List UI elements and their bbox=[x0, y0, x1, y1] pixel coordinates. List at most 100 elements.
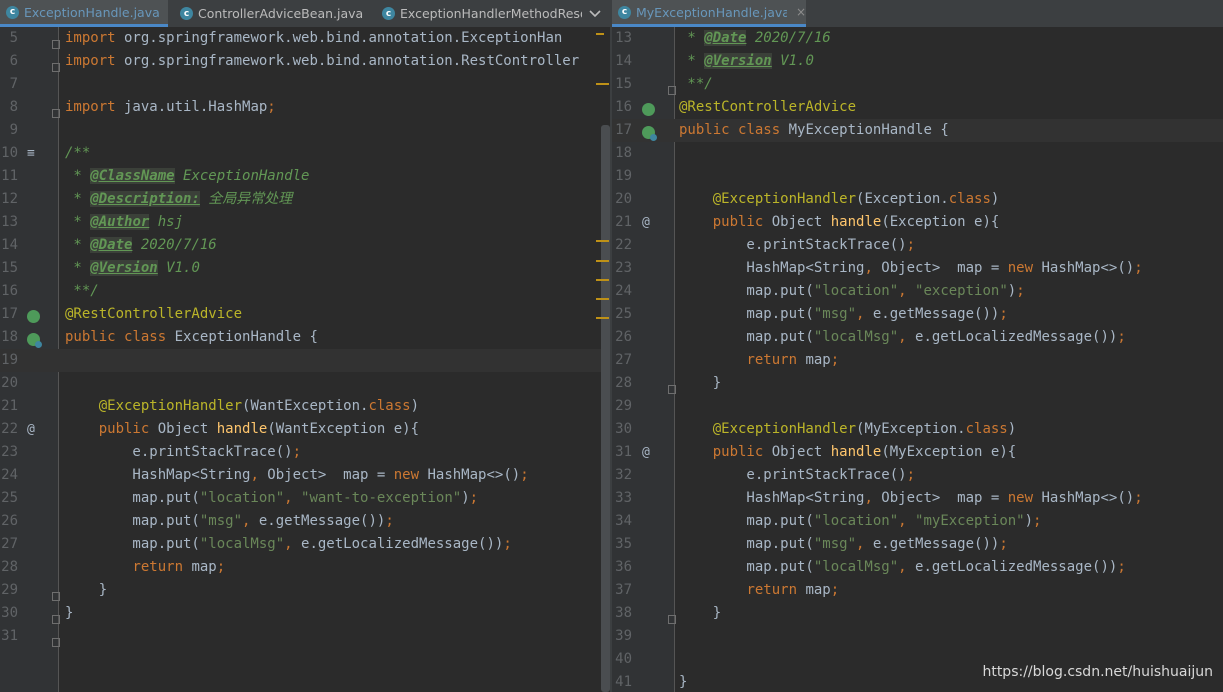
line-number: 8 bbox=[9, 99, 18, 115]
code-text: } bbox=[679, 674, 688, 690]
override-icon[interactable]: @ bbox=[642, 211, 650, 234]
line-number: 20 bbox=[615, 191, 632, 207]
code-line[interactable]: 20 @ExceptionHandler(Exception.class) bbox=[612, 188, 1223, 211]
code-line[interactable]: 26 map.put("localMsg", e.getLocalizedMes… bbox=[612, 326, 1223, 349]
tab-controlleradvicebean[interactable]: c ControllerAdviceBean.java bbox=[174, 0, 370, 27]
code-line[interactable]: 16 **/ bbox=[0, 280, 611, 303]
fold-icon[interactable] bbox=[52, 632, 60, 655]
code-line[interactable]: 26 map.put("msg", e.getMessage()); bbox=[0, 510, 611, 533]
code-line[interactable]: 21 @ExceptionHandler(WantException.class… bbox=[0, 395, 611, 418]
code-line[interactable]: 33 HashMap<String, Object> map = new Has… bbox=[612, 487, 1223, 510]
code-line[interactable]: 22 @ public Object handle(WantException e… bbox=[0, 418, 611, 441]
code-line[interactable]: 16 @RestControllerAdvice bbox=[612, 96, 1223, 119]
code-text: * @Date 2020/7/16 bbox=[679, 30, 831, 46]
code-line[interactable]: 20 bbox=[0, 372, 611, 395]
code-line[interactable]: 15 * @Version V1.0 bbox=[0, 257, 611, 280]
chevron-down-icon[interactable] bbox=[586, 4, 604, 22]
code-text: map.put("location", "myException"); bbox=[679, 513, 1042, 529]
line-number: 37 bbox=[615, 582, 632, 598]
line-number: 14 bbox=[1, 237, 18, 253]
code-line[interactable]: 34 map.put("location", "myException"); bbox=[612, 510, 1223, 533]
code-line[interactable]: 31 bbox=[0, 625, 611, 648]
code-line[interactable]: 18 bbox=[612, 142, 1223, 165]
code-line[interactable]: 12 * @Description: 全局异常处理 bbox=[0, 188, 611, 211]
warning-marker[interactable] bbox=[596, 260, 609, 262]
code-line[interactable]: 27 return map; bbox=[612, 349, 1223, 372]
code-line[interactable]: 23 HashMap<String, Object> map = new Has… bbox=[612, 257, 1223, 280]
code-line[interactable]: 21 @ public Object handle(Exception e){ bbox=[612, 211, 1223, 234]
code-line[interactable]: 32 e.printStackTrace(); bbox=[612, 464, 1223, 487]
line-number: 28 bbox=[615, 375, 632, 391]
line-number: 26 bbox=[615, 329, 632, 345]
code-line[interactable]: 19 bbox=[612, 165, 1223, 188]
warning-marker[interactable] bbox=[596, 298, 609, 300]
code-line[interactable]: 27 map.put("localMsg", e.getLocalizedMes… bbox=[0, 533, 611, 556]
code-line[interactable]: 13 * @Date 2020/7/16 bbox=[612, 27, 1223, 50]
code-line[interactable]: 13 * @Author hsj bbox=[0, 211, 611, 234]
tab-label: ExceptionHandle.java bbox=[24, 4, 160, 20]
code-line[interactable]: 25 map.put("location", "want-to-exceptio… bbox=[0, 487, 611, 510]
warning-marker[interactable] bbox=[596, 317, 609, 319]
tab-exceptionhandlermethodresolver[interactable]: c ExceptionHandlerMethodResolv bbox=[376, 0, 582, 27]
left-tab-bar: c ExceptionHandle.java c ControllerAdvic… bbox=[0, 0, 611, 28]
left-code-area[interactable]: 5 import org.springframework.web.bind.ann… bbox=[0, 27, 611, 692]
code-line[interactable]: 28 } bbox=[612, 372, 1223, 395]
override-icon[interactable]: @ bbox=[642, 441, 650, 464]
code-line[interactable]: 18 public class ExceptionHandle { bbox=[0, 326, 611, 349]
right-code-area[interactable]: 13 * @Date 2020/7/16 14 * @Version V1.0 15… bbox=[612, 27, 1223, 692]
code-line[interactable]: 24 map.put("location", "exception"); bbox=[612, 280, 1223, 303]
line-number: 6 bbox=[9, 53, 18, 69]
code-line[interactable]: 35 map.put("msg", e.getMessage()); bbox=[612, 533, 1223, 556]
code-line[interactable]: 39 bbox=[612, 625, 1223, 648]
code-line[interactable]: 11 * @ClassName ExceptionHandle bbox=[0, 165, 611, 188]
code-text: } bbox=[679, 605, 722, 621]
code-line[interactable]: 29 } bbox=[0, 579, 611, 602]
code-line[interactable]: 19 bbox=[0, 349, 611, 372]
code-line[interactable]: 25 map.put("msg", e.getMessage()); bbox=[612, 303, 1223, 326]
line-number: 22 bbox=[615, 237, 632, 253]
left-scrollbar-thumb[interactable] bbox=[601, 125, 610, 692]
code-line[interactable]: 23 e.printStackTrace(); bbox=[0, 441, 611, 464]
code-line[interactable]: 29 bbox=[612, 395, 1223, 418]
code-text: } bbox=[679, 375, 722, 391]
code-text: return map; bbox=[746, 582, 840, 598]
code-line[interactable]: 30 @ExceptionHandler(MyException.class) bbox=[612, 418, 1223, 441]
code-line[interactable]: 38 } bbox=[612, 602, 1223, 625]
code-line[interactable]: 28 return map; bbox=[0, 556, 611, 579]
code-line[interactable]: 15 **/ bbox=[612, 73, 1223, 96]
code-line[interactable]: 14 * @Date 2020/7/16 bbox=[0, 234, 611, 257]
line-number: 26 bbox=[1, 513, 18, 529]
code-text: @ExceptionHandler(WantException.class) bbox=[98, 398, 420, 414]
code-line[interactable]: 36 map.put("localMsg", e.getLocalizedMes… bbox=[612, 556, 1223, 579]
warning-marker[interactable] bbox=[596, 83, 609, 85]
structure-icon[interactable]: ≡ bbox=[27, 142, 35, 165]
code-line[interactable]: 17 @RestControllerAdvice bbox=[0, 303, 611, 326]
code-line[interactable]: 6 import org.springframework.web.bind.ann… bbox=[0, 50, 611, 73]
line-number: 13 bbox=[1, 214, 18, 230]
code-line[interactable]: 30} bbox=[0, 602, 611, 625]
code-text: map.put("msg", e.getMessage()); bbox=[65, 513, 394, 529]
code-line[interactable]: 5 import org.springframework.web.bind.ann… bbox=[0, 27, 611, 50]
code-line[interactable]: 14 * @Version V1.0 bbox=[612, 50, 1223, 73]
code-text: e.printStackTrace(); bbox=[679, 467, 916, 483]
code-line[interactable]: 37 return map; bbox=[612, 579, 1223, 602]
line-number: 20 bbox=[1, 375, 18, 391]
close-icon[interactable]: × bbox=[796, 5, 806, 19]
code-line[interactable]: 17 public class MyExceptionHandle { bbox=[612, 119, 1223, 142]
tab-myexceptionhandle[interactable]: c MyExceptionHandle.java × bbox=[612, 0, 806, 27]
code-line[interactable]: 9 bbox=[0, 119, 611, 142]
code-line[interactable]: 24 HashMap<String, Object> map = new Has… bbox=[0, 464, 611, 487]
warning-marker[interactable] bbox=[596, 279, 609, 281]
tab-exceptionhandle[interactable]: c ExceptionHandle.java bbox=[0, 0, 168, 27]
code-line[interactable]: 10 ≡ /** bbox=[0, 142, 611, 165]
warning-marker[interactable] bbox=[596, 33, 604, 35]
warning-marker[interactable] bbox=[596, 240, 609, 242]
code-line[interactable]: 8 import java.util.HashMap; bbox=[0, 96, 611, 119]
override-icon[interactable]: @ bbox=[27, 418, 35, 441]
code-line[interactable]: 22 e.printStackTrace(); bbox=[612, 234, 1223, 257]
line-number: 19 bbox=[1, 352, 18, 368]
code-line[interactable]: 7 bbox=[0, 73, 611, 96]
line-number: 7 bbox=[9, 76, 18, 92]
code-text: * @Description: 全局异常处理 bbox=[65, 191, 293, 207]
code-line[interactable]: 31 @ public Object handle(MyException e){ bbox=[612, 441, 1223, 464]
